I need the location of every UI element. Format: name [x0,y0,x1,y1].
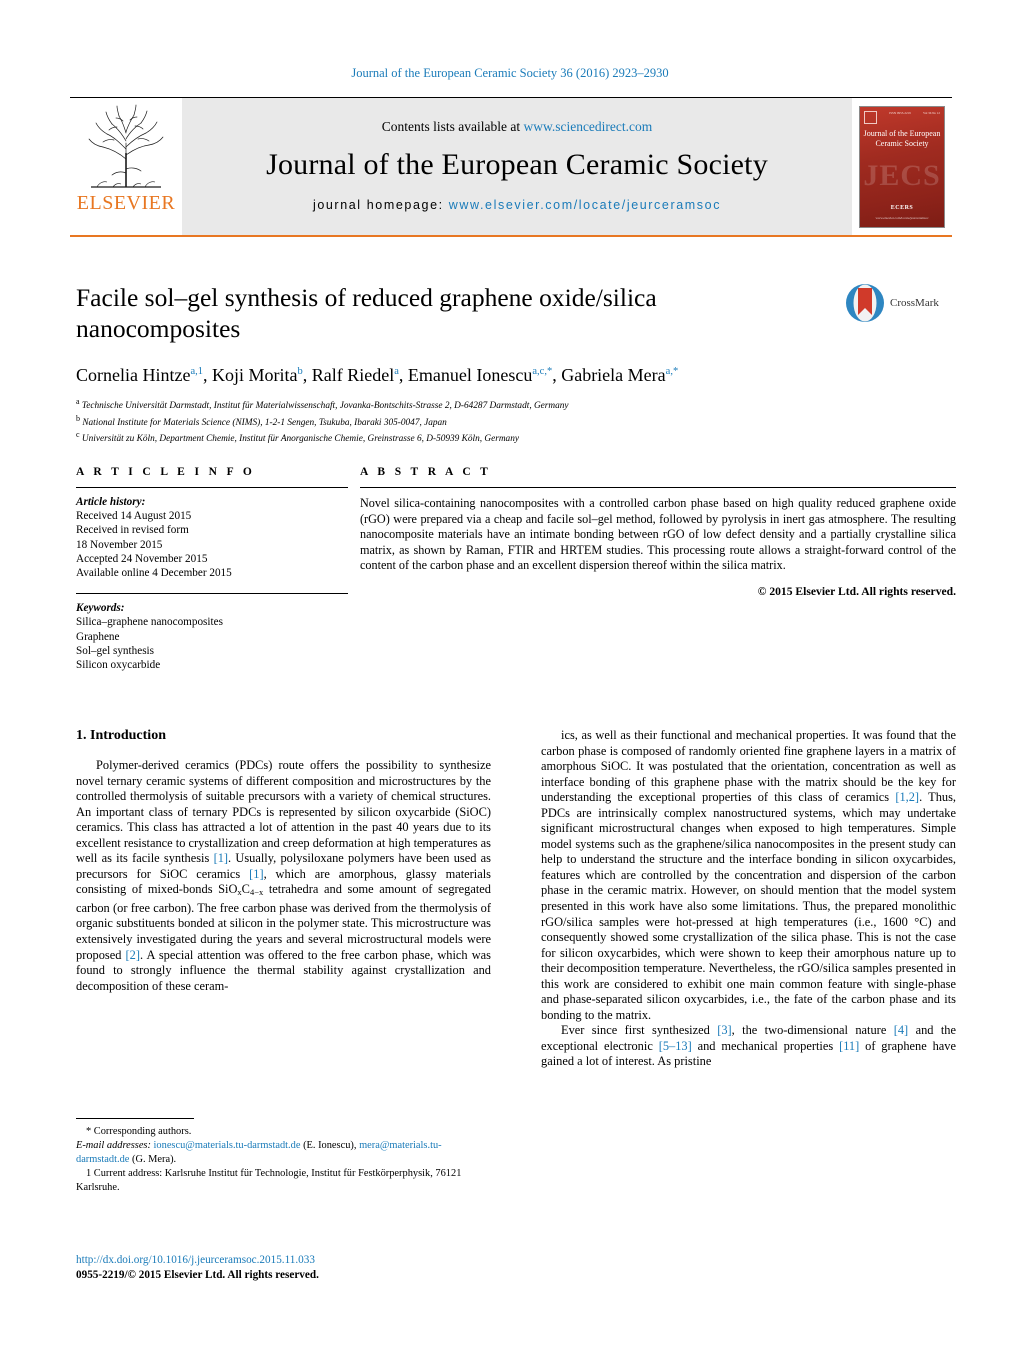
email-owner-mera: (G. Mera). [132,1153,177,1165]
crossmark-icon [846,284,884,322]
cover-issn-text: ISSN 0955-2219 [889,110,911,115]
contents-prefix: Contents lists available at [381,119,524,134]
email-link-ionescu[interactable]: ionescu@materials.tu-darmstadt.de [154,1140,301,1151]
article-history-lines: Received 14 August 2015 Received in revis… [76,509,348,580]
intro-paragraph-left: Polymer-derived ceramics (PDCs) route of… [76,758,491,993]
keyword-item: Silica–graphene nanocomposites [76,616,223,629]
footnote-corresponding: * Corresponding authors. [86,1126,192,1137]
cover-society-text: ECERS [890,204,914,211]
keywords-block: Keywords: Silica–graphene nanocomposites… [76,594,348,672]
author-list: Cornelia Hintzea,1, Koji Moritab, Ralf R… [76,365,679,385]
affiliation-item: c Universität zu Köln, Department Chemie… [76,430,519,445]
affiliation-mark: b [76,413,80,423]
article-history-block: Article history: Received 14 August 2015… [76,488,348,580]
article-history-item: Received 14 August 2015 [76,510,192,523]
running-head: Journal of the European Ceramic Society … [351,66,669,80]
affiliation-item: b National Institute for Materials Scien… [76,413,447,428]
cover-volume-text: Vol 36 No 12 [922,110,940,115]
crossmark-badge[interactable]: CrossMark [844,282,956,324]
abstract-copyright: © 2015 Elsevier Ltd. All rights reserved… [757,584,956,598]
elsevier-wordmark: ELSEVIER [76,192,176,214]
article-history-item: Available online 4 December 2015 [76,567,232,580]
affiliation-list: a Technische Universität Darmstadt, Inst… [76,396,956,446]
title-area: Facile sol–gel synthesis of reduced grap… [76,282,956,446]
journal-cover-block: ISSN 0955-2219 Vol 36 No 12 Journal of t… [852,98,952,235]
cover-topbar: ISSN 0955-2219 Vol 36 No 12 [864,110,940,124]
keyword-item: Sol–gel synthesis [76,644,155,657]
affiliation-mark: a [76,397,80,406]
email-addresses-label: E-mail addresses: [76,1140,151,1152]
body-columns: 1. Introduction Polymer-derived ceramics… [76,728,956,1070]
affiliation-mark: c [76,430,80,440]
section-heading-introduction: 1. Introduction [76,728,166,743]
keywords-label: Keywords: [76,602,125,615]
affiliation-item: a Technische Universität Darmstadt, Inst… [76,397,569,412]
contents-available-line: Contents lists available at www.scienced… [382,119,653,135]
body-column-left: 1. Introduction Polymer-derived ceramics… [76,728,491,1070]
cover-society-url: www.elsevier.com/locate/jeurceramsoc [875,215,929,220]
journal-masthead: ELSEVIER Contents lists available at www… [70,97,952,237]
journal-homepage-link[interactable]: www.elsevier.com/locate/jeurceramsoc [449,198,721,212]
homepage-prefix: journal homepage: [312,198,449,212]
journal-cover-thumbnail: ISSN 0955-2219 Vol 36 No 12 Journal of t… [859,105,945,228]
issn-copyright-line: 0955-2219/© 2015 Elsevier Ltd. All right… [76,1268,319,1281]
paper-page: Journal of the European Ceramic Society … [0,0,1020,1351]
journal-title: Journal of the European Ceramic Society [266,148,768,181]
keyword-lines: Silica–graphene nanocomposites Graphene So… [76,615,348,672]
page-title: Facile sol–gel synthesis of reduced grap… [76,283,657,343]
cover-ghost-text: JECS [863,158,941,192]
abstract-column: A B S T R A C T Novel silica-containing … [360,466,956,672]
crossmark-label: CrossMark [890,297,939,309]
article-history-item: 18 November 2015 [76,538,163,551]
intro-paragraph-right-2: Ever since first synthesized [3], the tw… [541,1023,956,1069]
journal-homepage-line: journal homepage: www.elsevier.com/locat… [313,198,721,212]
cover-journal-title: Journal of the European Ceramic Society [863,128,941,148]
article-history-item: Accepted 24 November 2015 [76,552,208,565]
info-abstract-region: A R T I C L E I N F O Article history: R… [76,466,956,672]
sciencedirect-link[interactable]: www.sciencedirect.com [523,119,652,134]
article-info-column: A R T I C L E I N F O Article history: R… [76,466,348,672]
keyword-item: Silicon oxycarbide [76,659,161,672]
keyword-item: Graphene [76,630,120,643]
elsevier-tree-icon [88,104,164,188]
article-history-label: Article history: [76,496,146,508]
article-info-heading: A R T I C L E I N F O [76,466,256,478]
abstract-heading: A B S T R A C T [360,466,492,478]
cover-logo-square [864,110,877,124]
email-owner-ionescu: (E. Ionescu), [303,1140,357,1152]
footnote-current-address: 1 Current address: Karlsruhe Institut fü… [76,1168,462,1193]
body-column-right: ics, as well as their functional and mec… [541,728,956,1070]
footnote-rule [76,1118,194,1119]
intro-paragraph-right-1: ics, as well as their functional and mec… [541,728,956,1022]
elsevier-logo-block: ELSEVIER [70,98,182,235]
footnote-emails: E-mail addresses: ionescu@materials.tu-d… [76,1139,491,1166]
abstract-text: Novel silica-containing nanocomposites w… [360,496,956,573]
masthead-center: Contents lists available at www.scienced… [182,98,852,235]
article-history-item: Received in revised form [76,524,189,537]
footnote-block: * Corresponding authors. E-mail addresse… [76,1118,491,1195]
doi-link[interactable]: http://dx.doi.org/10.1016/j.jeurceramsoc… [76,1253,536,1268]
doi-block: http://dx.doi.org/10.1016/j.jeurceramsoc… [76,1253,536,1282]
